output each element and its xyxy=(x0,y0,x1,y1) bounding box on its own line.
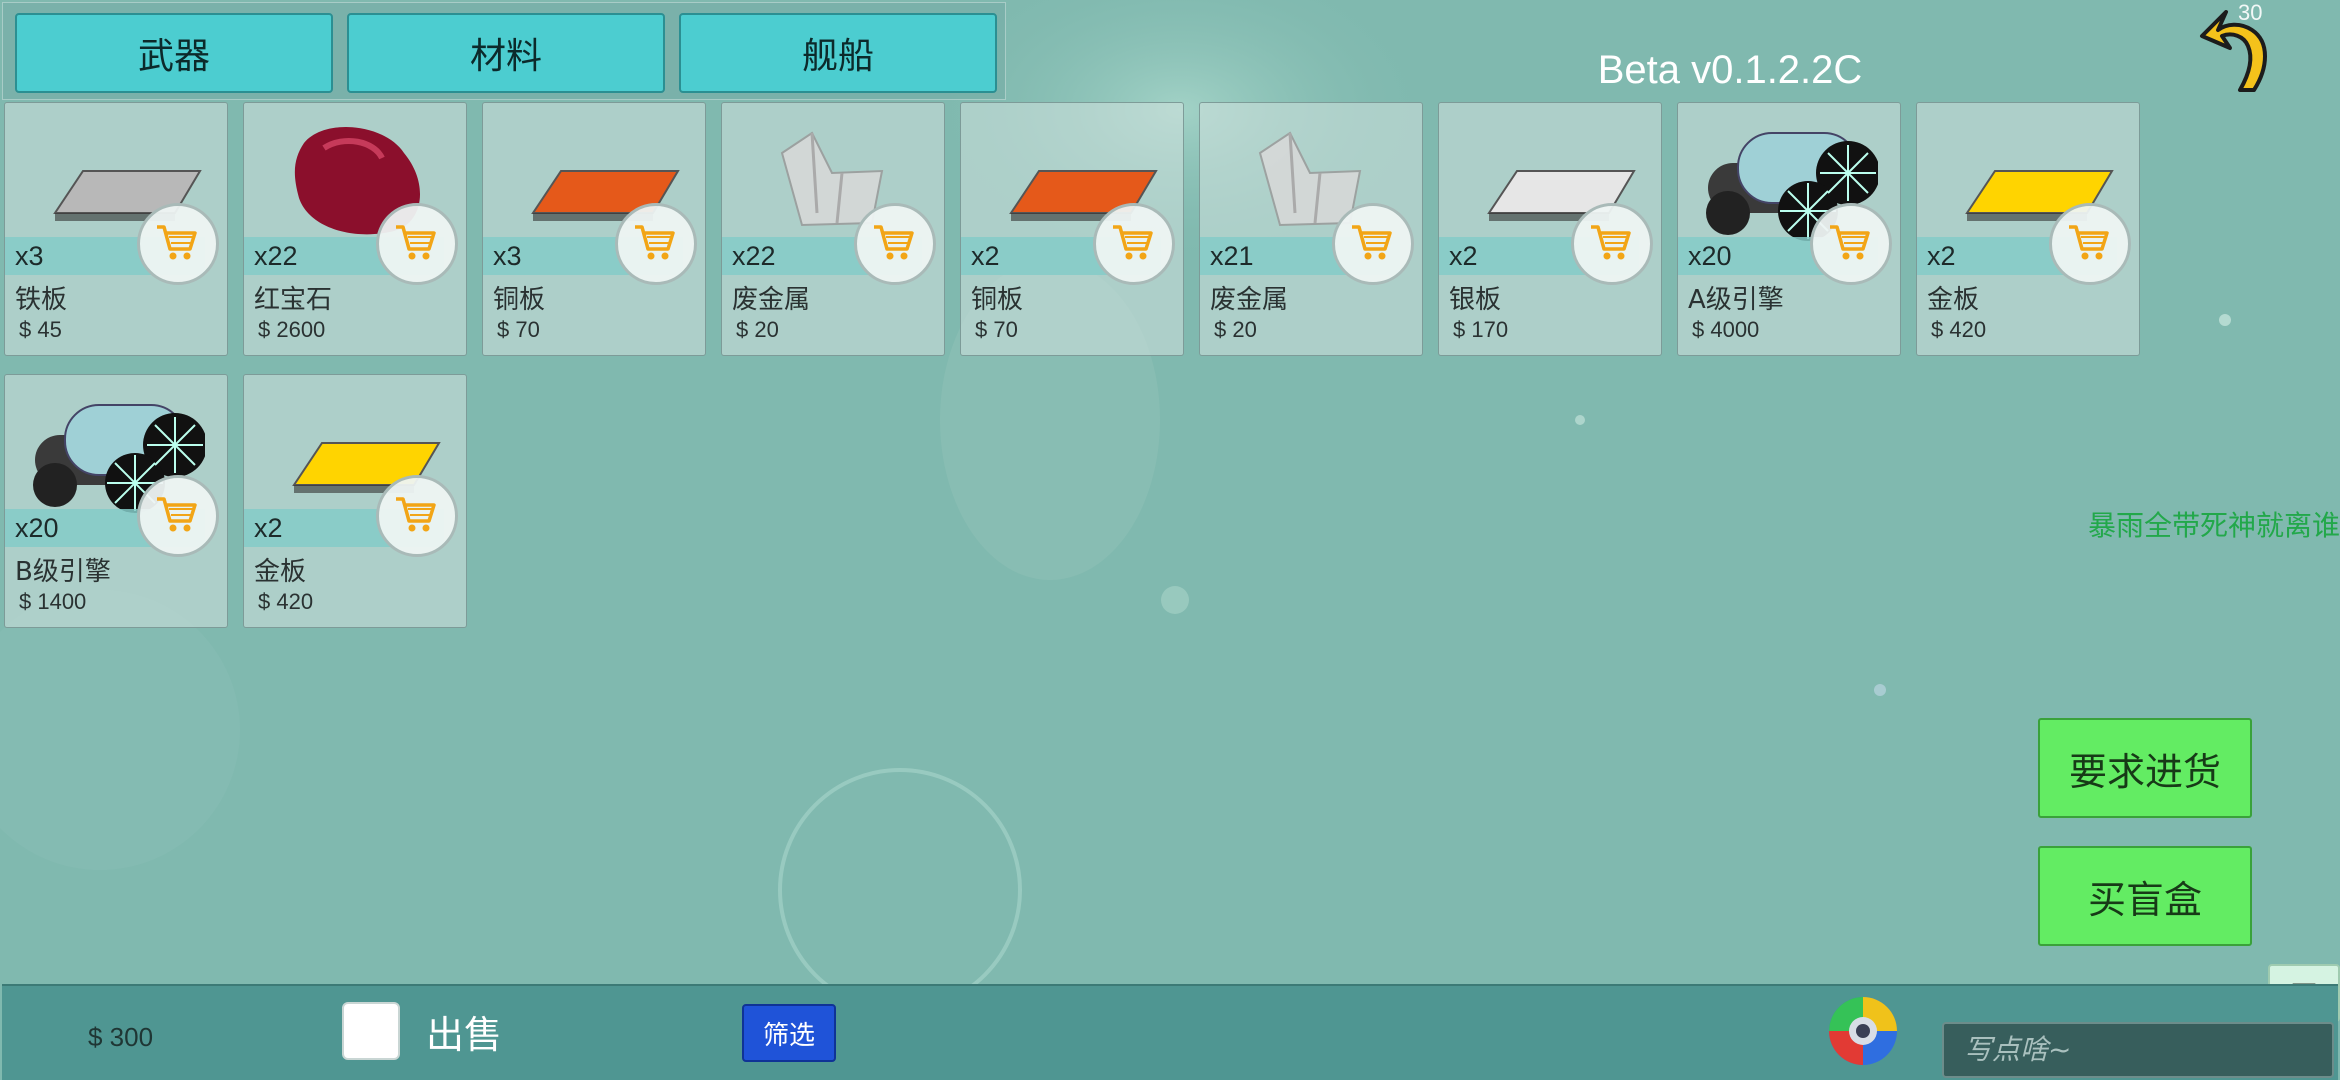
buy-cart-button[interactable] xyxy=(376,475,458,557)
filter-button[interactable]: 筛选 xyxy=(742,1004,836,1062)
item-quantity: x2 xyxy=(254,513,283,543)
item-name: 铜板 xyxy=(493,285,546,315)
cart-icon xyxy=(157,225,197,260)
item-quantity: x2 xyxy=(1449,241,1478,271)
item-name: 铁板 xyxy=(15,285,68,315)
buy-cart-button[interactable] xyxy=(376,203,458,285)
buy-cart-button[interactable] xyxy=(1571,203,1653,285)
cart-icon xyxy=(874,225,914,260)
tab-materials[interactable]: 材料 xyxy=(347,13,665,93)
tab-ships[interactable]: 舰船 xyxy=(679,13,997,93)
item-name: 金板 xyxy=(254,557,307,587)
item-name: 铜板 xyxy=(971,285,1024,315)
item-card[interactable]: x2 银板 $ 170 xyxy=(1438,102,1662,356)
item-card[interactable]: x3 铁板 $ 45 xyxy=(4,102,228,356)
tab-weapons[interactable]: 武器 xyxy=(15,13,333,93)
item-price: $ 70 xyxy=(497,317,540,342)
item-name: 红宝石 xyxy=(254,285,333,315)
item-name: 金板 xyxy=(1927,285,1980,315)
item-card[interactable]: x20 A级引擎 $ 4000 xyxy=(1677,102,1901,356)
item-name: 银板 xyxy=(1449,285,1502,315)
buy-cart-button[interactable] xyxy=(1332,203,1414,285)
item-name: A级引擎 xyxy=(1688,285,1784,315)
scrolling-ticker: 暴雨全带死神就离谁 xyxy=(2088,509,2340,542)
avatar-icon xyxy=(1829,997,1897,1065)
item-price: $ 4000 xyxy=(1692,317,1760,342)
item-price: $ 420 xyxy=(258,589,314,614)
item-price: $ 20 xyxy=(736,317,779,342)
cart-icon xyxy=(396,497,436,532)
item-card[interactable]: x22 红宝石 $ 2600 xyxy=(243,102,467,356)
fps-counter: 30 xyxy=(2238,0,2263,25)
item-quantity: x2 xyxy=(1927,241,1956,271)
money-balance: $ 300 xyxy=(88,1022,154,1052)
item-name: 废金属 xyxy=(1210,285,1289,315)
item-price: $ 420 xyxy=(1931,317,1987,342)
item-quantity: x22 xyxy=(254,241,298,271)
buy-cart-button[interactable] xyxy=(1093,203,1175,285)
player-avatar[interactable] xyxy=(1826,994,1900,1068)
cart-icon xyxy=(396,225,436,260)
buy-cart-button[interactable] xyxy=(1810,203,1892,285)
buy-cart-button[interactable] xyxy=(137,475,219,557)
buy-cart-button[interactable] xyxy=(137,203,219,285)
item-quantity: x22 xyxy=(732,241,776,271)
item-quantity: x21 xyxy=(1210,241,1254,271)
chat-input[interactable]: 写点啥~ xyxy=(1942,1022,2334,1078)
category-tab-bar: 武器 材料 舰船 xyxy=(2,2,1006,100)
item-card[interactable]: x20 B级引擎 $ 1400 xyxy=(4,374,228,628)
item-card[interactable]: x2 金板 $ 420 xyxy=(1916,102,2140,356)
buy-blind-box-button[interactable]: 买盲盒 xyxy=(2038,846,2252,946)
item-quantity: x20 xyxy=(15,513,59,543)
item-quantity: x3 xyxy=(493,241,522,271)
item-name: 废金属 xyxy=(732,285,811,315)
buy-cart-button[interactable] xyxy=(854,203,936,285)
item-quantity: x2 xyxy=(971,241,1000,271)
item-card[interactable]: x2 金板 $ 420 xyxy=(243,374,467,628)
cart-icon xyxy=(2069,225,2109,260)
sell-checkbox[interactable] xyxy=(342,1002,400,1060)
buy-cart-button[interactable] xyxy=(615,203,697,285)
cart-icon xyxy=(1591,225,1631,260)
item-card[interactable]: x22 废金属 $ 20 xyxy=(721,102,945,356)
item-card[interactable]: x2 铜板 $ 70 xyxy=(960,102,1184,356)
item-price: $ 2600 xyxy=(258,317,326,342)
item-price: $ 45 xyxy=(19,317,62,342)
item-quantity: x20 xyxy=(1688,241,1732,271)
request-restock-button[interactable]: 要求进货 xyxy=(2038,718,2252,818)
cart-icon xyxy=(635,225,675,260)
buy-cart-button[interactable] xyxy=(2049,203,2131,285)
sell-label: 出售 xyxy=(426,1013,503,1057)
cart-icon xyxy=(157,497,197,532)
item-price: $ 1400 xyxy=(19,589,87,614)
item-card[interactable]: x21 废金属 $ 20 xyxy=(1199,102,1423,356)
item-quantity: x3 xyxy=(15,241,44,271)
item-card[interactable]: x3 铜板 $ 70 xyxy=(482,102,706,356)
item-price: $ 70 xyxy=(975,317,1018,342)
version-label: Beta v0.1.2.2C xyxy=(1597,48,1863,92)
cart-icon xyxy=(1830,225,1870,260)
item-price: $ 20 xyxy=(1214,317,1257,342)
cart-icon xyxy=(1113,225,1153,260)
item-price: $ 170 xyxy=(1453,317,1509,342)
item-name: B级引擎 xyxy=(15,557,111,587)
cart-icon xyxy=(1352,225,1392,260)
